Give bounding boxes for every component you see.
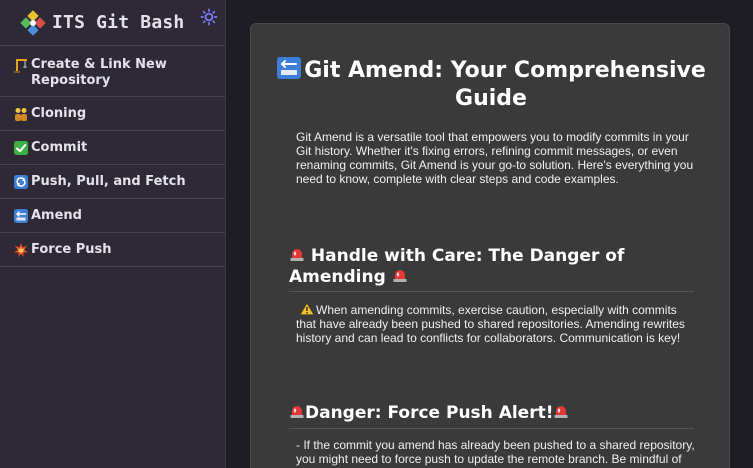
warning-text: When amending commits, exercise caution,… [296,303,685,345]
sidebar-item-push-pull-fetch[interactable]: Push, Pull, and Fetch [0,165,225,199]
siren-icon [290,249,304,261]
sidebar-item-create-repository[interactable]: Create & Link New Repository [0,46,225,97]
sidebar-item-label: Force Push [31,242,112,257]
people-icon [12,105,29,122]
section-heading: Handle with Care: The Danger of Amending [289,246,699,288]
divider [289,291,694,292]
theme-toggle-button[interactable] [199,7,219,27]
sidebar-item-label: Cloning [31,106,87,121]
warning-paragraph: When amending commits, exercise caution,… [296,303,696,345]
checkmark-icon [12,139,29,156]
siren-icon [554,406,568,418]
sun-icon [200,8,218,26]
sidebar-item-label: Amend [31,208,82,223]
page-title-text: Git Amend: Your Comprehensive Guide [304,58,706,111]
sidebar-item-amend[interactable]: Amend [0,199,225,233]
sidebar-item-label: Commit [31,140,88,155]
intro-paragraph: Git Amend is a versatile tool that empow… [296,130,694,186]
sidebar: ITS Git Bash Create & Link New Repositor… [0,0,226,468]
sidebar-item-force-push[interactable]: Force Push [0,233,225,267]
sidebar-item-label: Create & Link New Repository [31,57,167,88]
sidebar-item-label: Push, Pull, and Fetch [31,174,186,189]
section-heading: Danger: Force Push Alert! [289,403,699,424]
force-push-paragraph: - If the commit you amend has already be… [296,438,695,468]
git-logo-icon [20,9,46,36]
app-title: ITS Git Bash [52,12,185,33]
back-arrow-icon [277,57,302,79]
section-heading-text: Danger: Force Push Alert! [305,403,554,423]
siren-icon [393,270,407,282]
warning-icon [300,303,314,315]
content-card: Git Amend: Your Comprehensive Guide Git … [250,23,730,468]
arrows-cycle-icon [12,173,29,190]
brand[interactable]: ITS Git Bash [0,0,225,46]
back-arrow-icon [12,207,29,224]
siren-icon [290,406,304,418]
sidebar-item-commit[interactable]: Commit [0,131,225,165]
page-title: Git Amend: Your Comprehensive Guide [251,56,729,113]
crane-icon [12,56,29,73]
sidebar-item-cloning[interactable]: Cloning [0,97,225,131]
divider [289,428,694,429]
section-heading-text: Handle with Care: The Danger of Amending [289,246,625,287]
collision-icon [12,241,29,258]
